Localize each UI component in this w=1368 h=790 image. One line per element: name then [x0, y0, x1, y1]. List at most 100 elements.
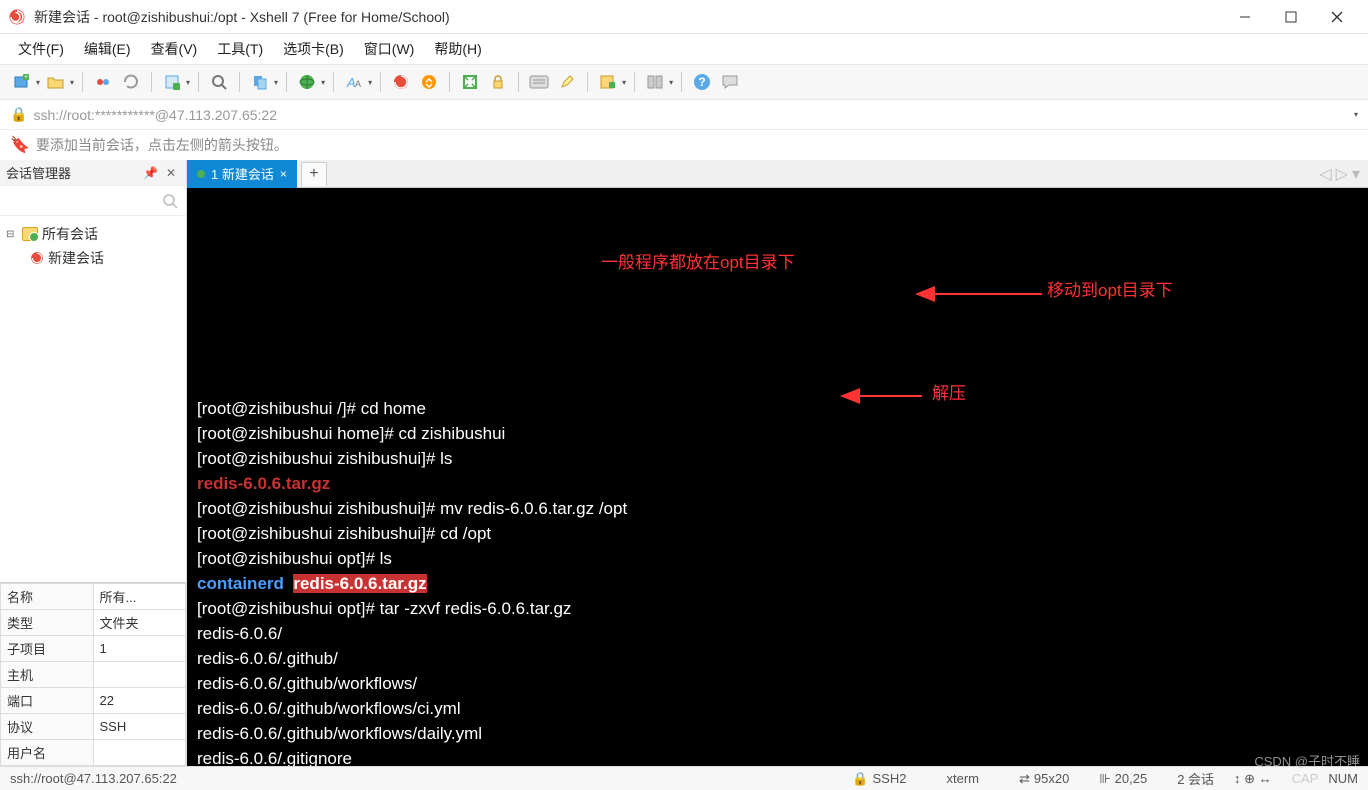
content-area: 1 新建会话 × + ◁ ▷ ▾ 一般程序都放在opt目录下 移动到opt目录下…	[187, 160, 1368, 766]
search-icon[interactable]	[207, 70, 231, 94]
dropdown-icon[interactable]: ▾	[186, 78, 190, 87]
tree-session-label: 新建会话	[48, 248, 104, 268]
search-icon	[162, 193, 178, 209]
menu-window[interactable]: 窗口(W)	[356, 35, 423, 63]
menu-help[interactable]: 帮助(H)	[426, 35, 489, 63]
tab-prev-icon[interactable]: ◁	[1319, 164, 1331, 184]
dropdown-icon[interactable]: ▾	[36, 78, 40, 87]
menubar: 文件(F) 编辑(E) 查看(V) 工具(T) 选项卡(B) 窗口(W) 帮助(…	[0, 34, 1368, 64]
status-term: xterm	[946, 771, 979, 786]
status-cursor: ⊪ 20,25	[1099, 771, 1147, 787]
xftp-icon[interactable]	[417, 70, 441, 94]
session-manager-title: 会话管理器	[6, 163, 71, 182]
dropdown-icon[interactable]: ▾	[274, 78, 278, 87]
copy-icon[interactable]	[248, 70, 272, 94]
minimize-button[interactable]	[1222, 0, 1268, 34]
session-search[interactable]	[0, 186, 186, 216]
tree-session-item[interactable]: 新建会话	[30, 246, 180, 270]
disconnect-icon[interactable]	[91, 70, 115, 94]
tab-menu-icon[interactable]: ▾	[1352, 164, 1360, 184]
terminal-line: [root@zishibushui home]# cd zishibushui	[197, 421, 1358, 446]
xshell-icon[interactable]	[389, 70, 413, 94]
window-title: 新建会话 - root@zishibushui:/opt - Xshell 7 …	[34, 7, 1222, 27]
terminal-line: [root@zishibushui zishibushui]# mv redis…	[197, 496, 1358, 521]
app-icon	[8, 8, 26, 26]
terminal-line: [root@zishibushui opt]# tar -zxvf redis-…	[197, 596, 1358, 621]
lock-icon[interactable]	[486, 70, 510, 94]
terminal[interactable]: 一般程序都放在opt目录下 移动到opt目录下 解压 [root@zishibu…	[187, 188, 1368, 766]
session-manager-header: 会话管理器 📌 ✕	[0, 160, 186, 186]
lock-icon: 🔒	[10, 106, 27, 123]
highlight-icon[interactable]	[555, 70, 579, 94]
toolbar: + ▾ ▾ ▾ ▾ ▾ AA ▾ ▾ ▾ ?	[0, 64, 1368, 100]
properties-icon[interactable]	[160, 70, 184, 94]
close-icon[interactable]: ✕	[162, 166, 180, 180]
menu-file[interactable]: 文件(F)	[10, 35, 72, 63]
annotation-move: 移动到opt目录下	[1047, 278, 1173, 303]
annotation-extract: 解压	[932, 381, 966, 406]
help-icon[interactable]: ?	[690, 70, 714, 94]
pin-icon[interactable]: 📌	[139, 166, 162, 180]
prop-name: 名称所有...	[1, 584, 186, 610]
terminal-line: redis-6.0.6/.gitignore	[197, 746, 1358, 766]
chat-icon[interactable]	[718, 70, 742, 94]
fullscreen-icon[interactable]	[458, 70, 482, 94]
window-controls	[1222, 0, 1360, 34]
bookmark-icon[interactable]: 🔖	[10, 135, 30, 155]
status-size: ⇄ 95x20	[1019, 771, 1069, 787]
terminal-line: [root@zishibushui zishibushui]# cd /opt	[197, 521, 1358, 546]
close-tab-icon[interactable]: ×	[280, 167, 287, 181]
prop-children: 子项目1	[1, 636, 186, 662]
prop-host: 主机	[1, 662, 186, 688]
address-bar[interactable]: 🔒 ssh://root:***********@47.113.207.65:2…	[0, 100, 1368, 130]
dropdown-icon[interactable]: ▾	[70, 78, 74, 87]
layout-icon[interactable]	[643, 70, 667, 94]
close-button[interactable]	[1314, 0, 1360, 34]
session-icon	[30, 251, 44, 265]
prop-protocol: 协议SSH	[1, 714, 186, 740]
session-properties: 名称所有... 类型文件夹 子项目1 主机 端口22 协议SSH 用户名	[0, 582, 186, 766]
arrow-icon	[907, 286, 1047, 302]
prop-username: 用户名	[1, 740, 186, 766]
tab-nav: ◁ ▷ ▾	[1319, 164, 1368, 184]
terminal-line: redis-6.0.6/.github/	[197, 646, 1358, 671]
menu-edit[interactable]: 编辑(E)	[76, 35, 139, 63]
globe-icon[interactable]	[295, 70, 319, 94]
dropdown-icon[interactable]: ▾	[321, 78, 325, 87]
tab-next-icon[interactable]: ▷	[1336, 164, 1348, 184]
keyboard-icon[interactable]	[527, 70, 551, 94]
new-tab-button[interactable]: +	[301, 162, 327, 186]
menu-tab[interactable]: 选项卡(B)	[275, 35, 352, 63]
menu-view[interactable]: 查看(V)	[143, 35, 206, 63]
terminal-line: [root@zishibushui opt]# ls	[197, 546, 1358, 571]
new-session-icon[interactable]: +	[10, 70, 34, 94]
dropdown-icon[interactable]: ▾	[368, 78, 372, 87]
prop-port: 端口22	[1, 688, 186, 714]
status-ssh: 🔒 SSH2	[852, 771, 906, 787]
address-url: ssh://root:***********@47.113.207.65:22	[33, 107, 277, 123]
tab-label: 1 新建会话	[211, 164, 274, 183]
reconnect-icon[interactable]	[119, 70, 143, 94]
open-folder-icon[interactable]	[44, 70, 68, 94]
session-tree: ⊟ 所有会话 新建会话	[0, 216, 186, 582]
script-icon[interactable]	[596, 70, 620, 94]
svg-text:?: ?	[698, 75, 705, 89]
dropdown-icon[interactable]: ▾	[622, 78, 626, 87]
maximize-button[interactable]	[1268, 0, 1314, 34]
svg-text:A: A	[355, 79, 361, 89]
status-caps: CAP	[1292, 771, 1319, 786]
dropdown-icon[interactable]: ▾	[1354, 110, 1358, 119]
tree-root[interactable]: ⊟ 所有会话	[6, 222, 180, 246]
collapse-icon[interactable]: ⊟	[6, 229, 18, 240]
hint-bar: 🔖 要添加当前会话，点击左侧的箭头按钮。	[0, 130, 1368, 160]
terminal-line: [root@zishibushui /]# cd home	[197, 396, 1358, 421]
tab-active[interactable]: 1 新建会话 ×	[187, 160, 297, 188]
terminal-line: redis-6.0.6/.github/workflows/	[197, 671, 1358, 696]
font-icon[interactable]: AA	[342, 70, 366, 94]
svg-text:+: +	[24, 74, 28, 81]
menu-tools[interactable]: 工具(T)	[209, 35, 271, 63]
dropdown-icon[interactable]: ▾	[669, 78, 673, 87]
status-url: ssh://root@47.113.207.65:22	[10, 771, 177, 786]
status-sessions: 2 会话	[1177, 769, 1214, 788]
status-num: NUM	[1328, 771, 1358, 786]
